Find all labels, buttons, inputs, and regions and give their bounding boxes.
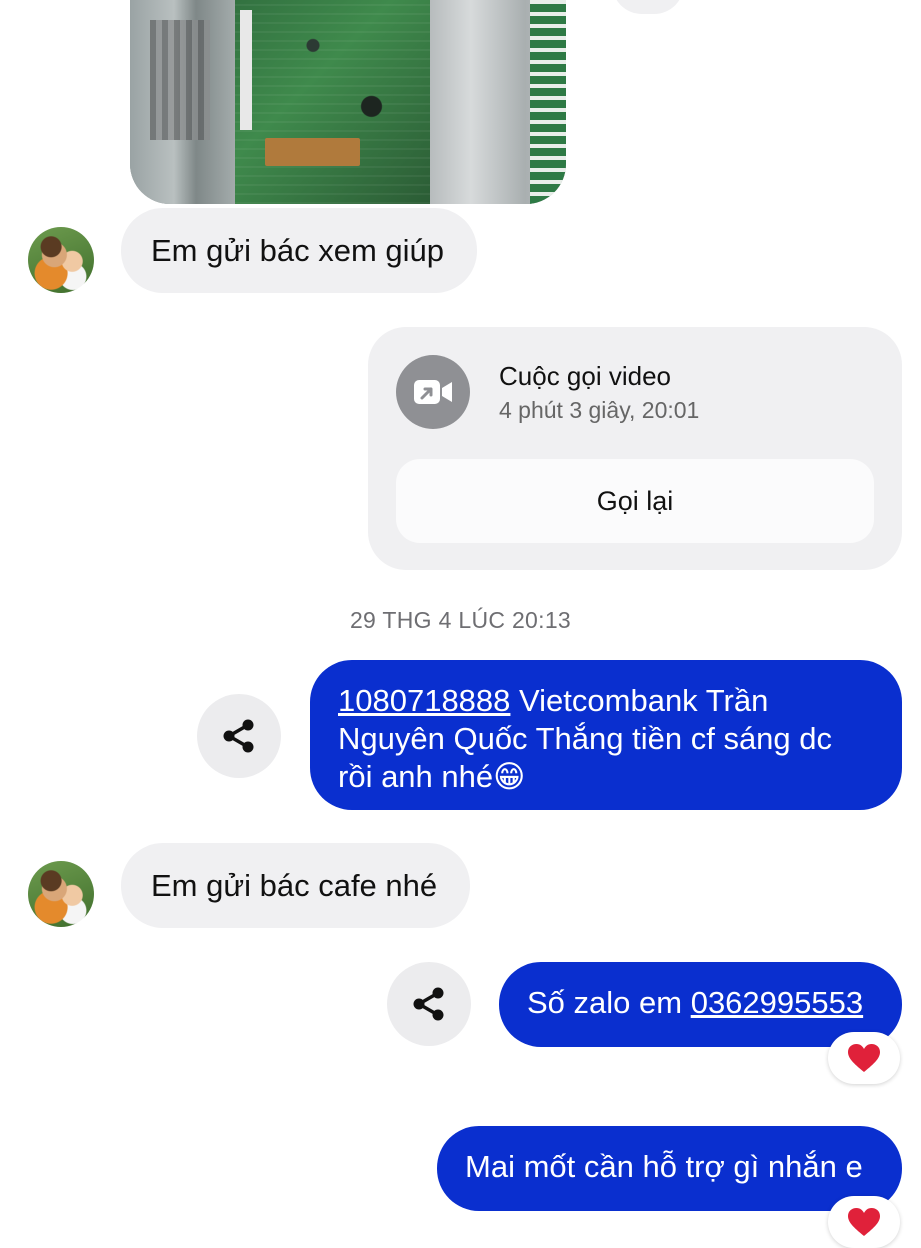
account-number-link[interactable]: 1080718888: [338, 683, 510, 718]
reaction-badge[interactable]: [828, 1196, 900, 1248]
call-detail: 4 phút 3 giây, 20:01: [499, 397, 700, 423]
partial-share-button[interactable]: [612, 0, 684, 14]
call-title: Cuộc gọi video: [499, 361, 671, 391]
call-back-button[interactable]: Gọi lại: [396, 459, 874, 543]
outgoing-message[interactable]: Mai mốt cần hỗ trợ gì nhắn e: [437, 1126, 902, 1211]
avatar[interactable]: [28, 227, 94, 293]
share-icon: [223, 719, 254, 753]
video-call-icon: [396, 355, 470, 429]
photo-ribbon-cable: [150, 20, 210, 140]
share-button[interactable]: [197, 694, 281, 778]
heart-icon: [848, 1044, 880, 1072]
share-button[interactable]: [387, 962, 471, 1046]
photo-board-edge: [530, 0, 566, 204]
message-text: Mai mốt cần hỗ trợ gì nhắn e: [465, 1149, 863, 1184]
photo-circuit-board: [235, 0, 430, 204]
reaction-badge[interactable]: [828, 1032, 900, 1084]
photo-attachment[interactable]: [130, 0, 566, 204]
avatar[interactable]: [28, 861, 94, 927]
incoming-message[interactable]: Em gửi bác xem giúp: [121, 208, 477, 293]
photo-connector: [240, 10, 252, 130]
incoming-message[interactable]: Em gửi bác cafe nhé: [121, 843, 470, 928]
heart-icon: [848, 1208, 880, 1236]
photo-copper-strip: [265, 138, 360, 166]
outgoing-message[interactable]: 1080718888 Vietcombank Trần Nguyên Quốc …: [310, 660, 902, 810]
message-text: Em gửi bác xem giúp: [151, 233, 444, 268]
share-icon: [413, 987, 444, 1021]
timestamp: 29 THG 4 LÚC 20:13: [349, 607, 572, 633]
phone-number-link[interactable]: 0362995553: [691, 985, 863, 1020]
message-text: Em gửi bác cafe nhé: [151, 868, 438, 903]
message-text: Số zalo em: [527, 985, 691, 1020]
